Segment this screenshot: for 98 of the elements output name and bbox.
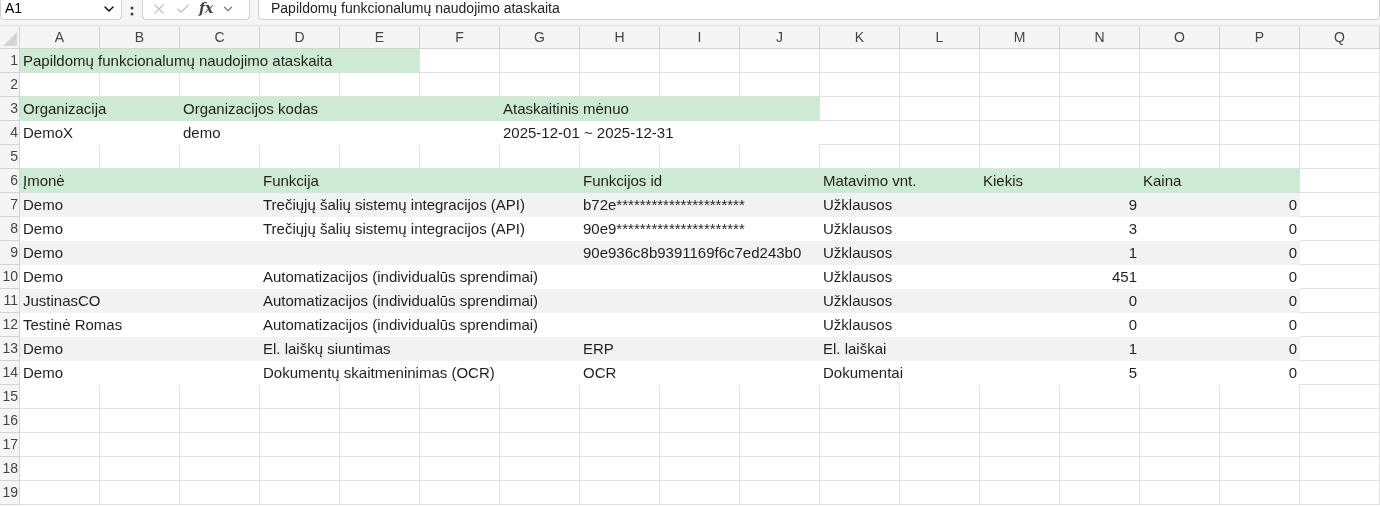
table-cell-text: Demo xyxy=(23,218,63,239)
table-cell-text: 9 xyxy=(1128,194,1137,215)
table-cell-text: Trečiųjų šalių sistemų integracijos (API) xyxy=(263,218,526,239)
column-header: Funkcija xyxy=(263,170,319,191)
table-cell-text: Užklausos xyxy=(823,194,893,215)
table-cell-text: 0 xyxy=(1288,194,1297,215)
table-cell-text: Automatizacijos (individualūs sprendimai) xyxy=(263,314,539,335)
table-cell: DemoX xyxy=(20,121,180,145)
table-cell-text: 0 xyxy=(1288,362,1297,383)
column-letter[interactable]: N xyxy=(1094,26,1105,48)
table-cell-text: 3 xyxy=(1128,218,1137,239)
table-cell-text: OCR xyxy=(583,362,617,383)
table-cell-text: 0 xyxy=(1288,242,1297,263)
row-number: 5 xyxy=(10,147,18,166)
column-letter[interactable]: A xyxy=(54,26,65,48)
table-cell-text: 90e936c8b9391169f6c7ed243b0 xyxy=(583,242,802,263)
table-cell-text: 0 xyxy=(1288,290,1297,311)
row-number: 16 xyxy=(2,411,18,430)
column-letter[interactable]: K xyxy=(854,26,865,48)
column-letter[interactable]: Q xyxy=(1334,26,1345,48)
more-options-icon[interactable] xyxy=(130,4,134,17)
column-header: Funkcijos id xyxy=(583,170,663,191)
table-cell-text: El. laiškų siuntimas xyxy=(263,338,391,359)
table-cell-text: 0 xyxy=(1288,338,1297,359)
table-cell-text: 1 xyxy=(1128,338,1137,359)
row-number: 8 xyxy=(10,219,18,238)
table-cell-text: 5 xyxy=(1128,362,1137,383)
column-letter[interactable]: B xyxy=(134,26,145,48)
table-cell-text: 0 xyxy=(1288,266,1297,287)
table-cell-text: Užklausos xyxy=(823,266,893,287)
select-all-icon[interactable] xyxy=(3,32,17,46)
table-cell-text: 0 xyxy=(1128,314,1137,335)
column-letter[interactable]: J xyxy=(776,26,783,48)
column-letter[interactable]: C xyxy=(214,26,225,48)
table-cell: demo xyxy=(180,121,500,145)
table-cell-text: Demo xyxy=(23,338,63,359)
table-cell: Organizacijos kodas xyxy=(180,97,500,121)
table-cell-text: Trečiųjų šalių sistemų integracijos (API) xyxy=(263,194,526,215)
row-number: 4 xyxy=(10,123,18,142)
column-letter[interactable]: P xyxy=(1254,26,1265,48)
row-number: 15 xyxy=(2,387,18,406)
table-cell-text: 0 xyxy=(1128,290,1137,311)
column-letter[interactable]: M xyxy=(1013,26,1026,48)
insert-function-button[interactable]: fx xyxy=(199,0,214,19)
column-letter[interactable]: H xyxy=(614,26,625,48)
table-cell-text: Užklausos xyxy=(823,218,893,239)
column-letter[interactable]: I xyxy=(697,26,702,48)
table-cell-text: Dokumentų skaitmeninimas (OCR) xyxy=(263,362,495,383)
column-letter[interactable]: D xyxy=(294,26,305,48)
row-number: 14 xyxy=(2,363,18,382)
row-number: 2 xyxy=(10,75,18,94)
row-number: 18 xyxy=(2,459,18,478)
row-number: 6 xyxy=(10,171,18,190)
table-cell-text: 0 xyxy=(1288,218,1297,239)
column-header: Kiekis xyxy=(983,170,1023,191)
row-number: 3 xyxy=(10,99,18,118)
formula-field[interactable]: Papildomų funkcionalumų naudojimo ataskaita xyxy=(258,0,1380,20)
column-letter[interactable]: E xyxy=(374,26,385,48)
column-letter[interactable]: G xyxy=(534,26,545,48)
row-number: 1 xyxy=(10,51,18,70)
row-number: 12 xyxy=(2,315,18,334)
table-cell-text: Demo xyxy=(23,362,63,383)
table-cell-text: Automatizacijos (individualūs sprendimai) xyxy=(263,290,539,311)
table-cell-text: Demo xyxy=(23,266,63,287)
column-letter[interactable]: O xyxy=(1174,26,1185,48)
table-cell-text: Užklausos xyxy=(823,242,893,263)
table-cell-text: Demo xyxy=(23,194,63,215)
table-cell-text: ERP xyxy=(583,338,614,359)
table-cell-text: 0 xyxy=(1288,314,1297,335)
row-number: 17 xyxy=(2,435,18,454)
row-number: 11 xyxy=(3,291,18,310)
table-cell-text: 451 xyxy=(1111,266,1137,287)
column-letter[interactable]: L xyxy=(935,26,944,48)
table-cell: Ataskaitinis mėnuo xyxy=(500,97,820,121)
table-cell-text: JustinasCO xyxy=(23,290,101,311)
column-header: Matavimo vnt. xyxy=(823,170,917,191)
row-number: 13 xyxy=(2,339,18,358)
row-number: 7 xyxy=(10,195,18,214)
table-cell-text: El. laiškai xyxy=(823,338,887,359)
table-cell-text: 1 xyxy=(1128,242,1137,263)
table-cell-text: Dokumentai xyxy=(823,362,904,383)
table-cell: 2025-12-01 ~ 2025-12-31 xyxy=(500,121,820,145)
report-title: Papildomų funkcionalumų naudojimo ataskaita xyxy=(20,49,420,73)
name-box[interactable]: A1 xyxy=(0,0,122,20)
column-header: Kaina xyxy=(1143,170,1182,191)
column-header: Įmonė xyxy=(23,170,65,191)
table-cell: Organizacija xyxy=(20,97,180,121)
table-cell-text: Demo xyxy=(23,242,63,263)
table-cell-text: 90e9********************** xyxy=(583,218,745,239)
table-cell-text: Užklausos xyxy=(823,314,893,335)
row-number: 19 xyxy=(2,483,18,502)
table-cell-text: Testinė Romas xyxy=(23,314,123,335)
table-cell-text: Automatizacijos (individualūs sprendimai) xyxy=(263,266,539,287)
row-number: 9 xyxy=(10,243,18,262)
table-cell-text: b72e********************** xyxy=(583,194,745,215)
column-letter[interactable]: F xyxy=(455,26,464,48)
table-cell-text: Užklausos xyxy=(823,290,893,311)
row-number: 10 xyxy=(2,267,18,286)
